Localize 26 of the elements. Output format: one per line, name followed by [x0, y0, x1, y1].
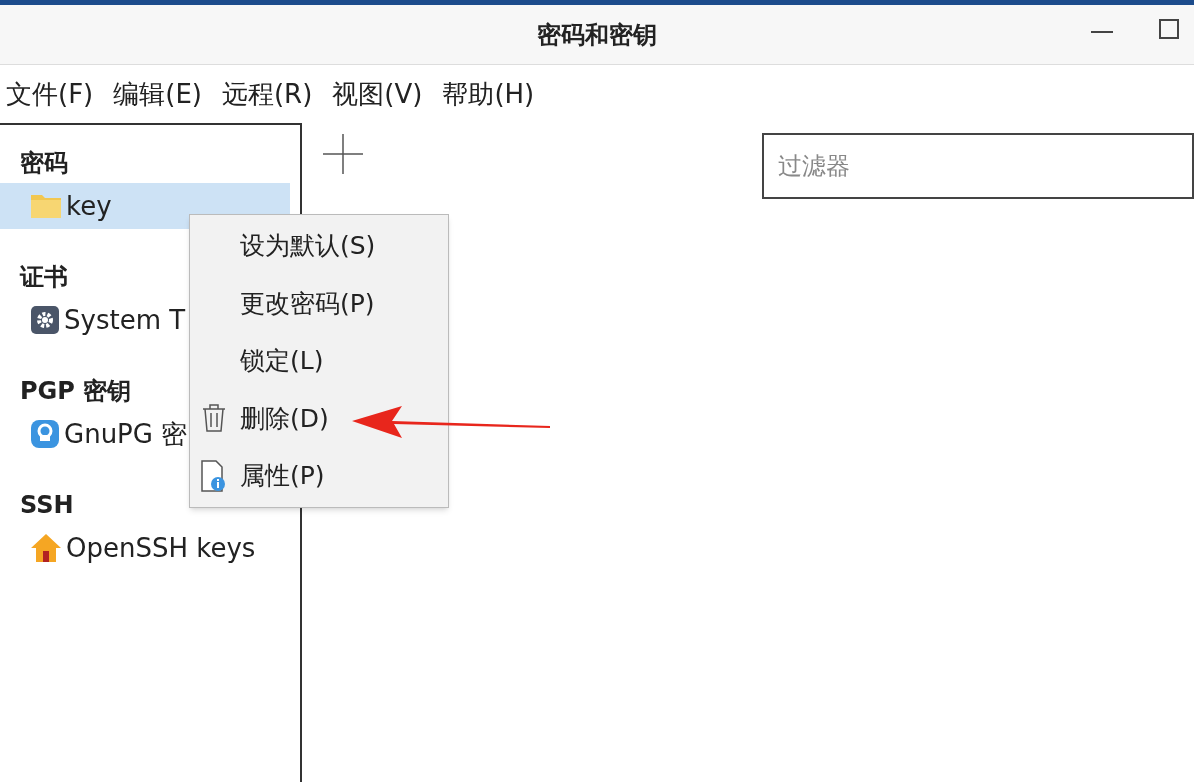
section-heading: 密码: [19, 148, 69, 179]
padlock-icon: [30, 419, 60, 449]
document-info-icon: [200, 459, 228, 492]
menu-item[interactable]: 编辑(E): [113, 81, 202, 107]
sidebar-item[interactable]: OpenSSH keys: [0, 525, 290, 571]
plus-icon: [323, 134, 363, 174]
gear-icon: [30, 305, 60, 335]
sidebar-item[interactable]: key: [0, 183, 290, 229]
context-menu-item[interactable]: 删除(D): [190, 389, 448, 447]
context-menu-item[interactable]: 锁定(L): [190, 332, 448, 390]
add-button[interactable]: [322, 133, 364, 175]
folder-icon: [30, 193, 62, 219]
window-title: 密码和密钥: [537, 19, 657, 51]
section-heading: SSH: [19, 490, 75, 521]
filter-field[interactable]: 过滤器: [762, 133, 1194, 199]
trash-icon: [200, 403, 228, 434]
context-menu-item[interactable]: 更改密码(P): [190, 274, 448, 332]
maximize-button[interactable]: [1159, 19, 1179, 39]
menu-item[interactable]: 文件(F): [6, 81, 94, 107]
menu-item[interactable]: 帮助(H): [442, 81, 535, 107]
context-menu-item[interactable]: 属性(P): [190, 447, 448, 505]
menu-item[interactable]: 远程(R): [221, 81, 313, 107]
house-icon: [30, 533, 62, 563]
section-heading: 证书: [18, 262, 69, 293]
section-heading: PGP 密钥: [19, 376, 133, 407]
menu-item[interactable]: 视图(V): [332, 81, 423, 107]
